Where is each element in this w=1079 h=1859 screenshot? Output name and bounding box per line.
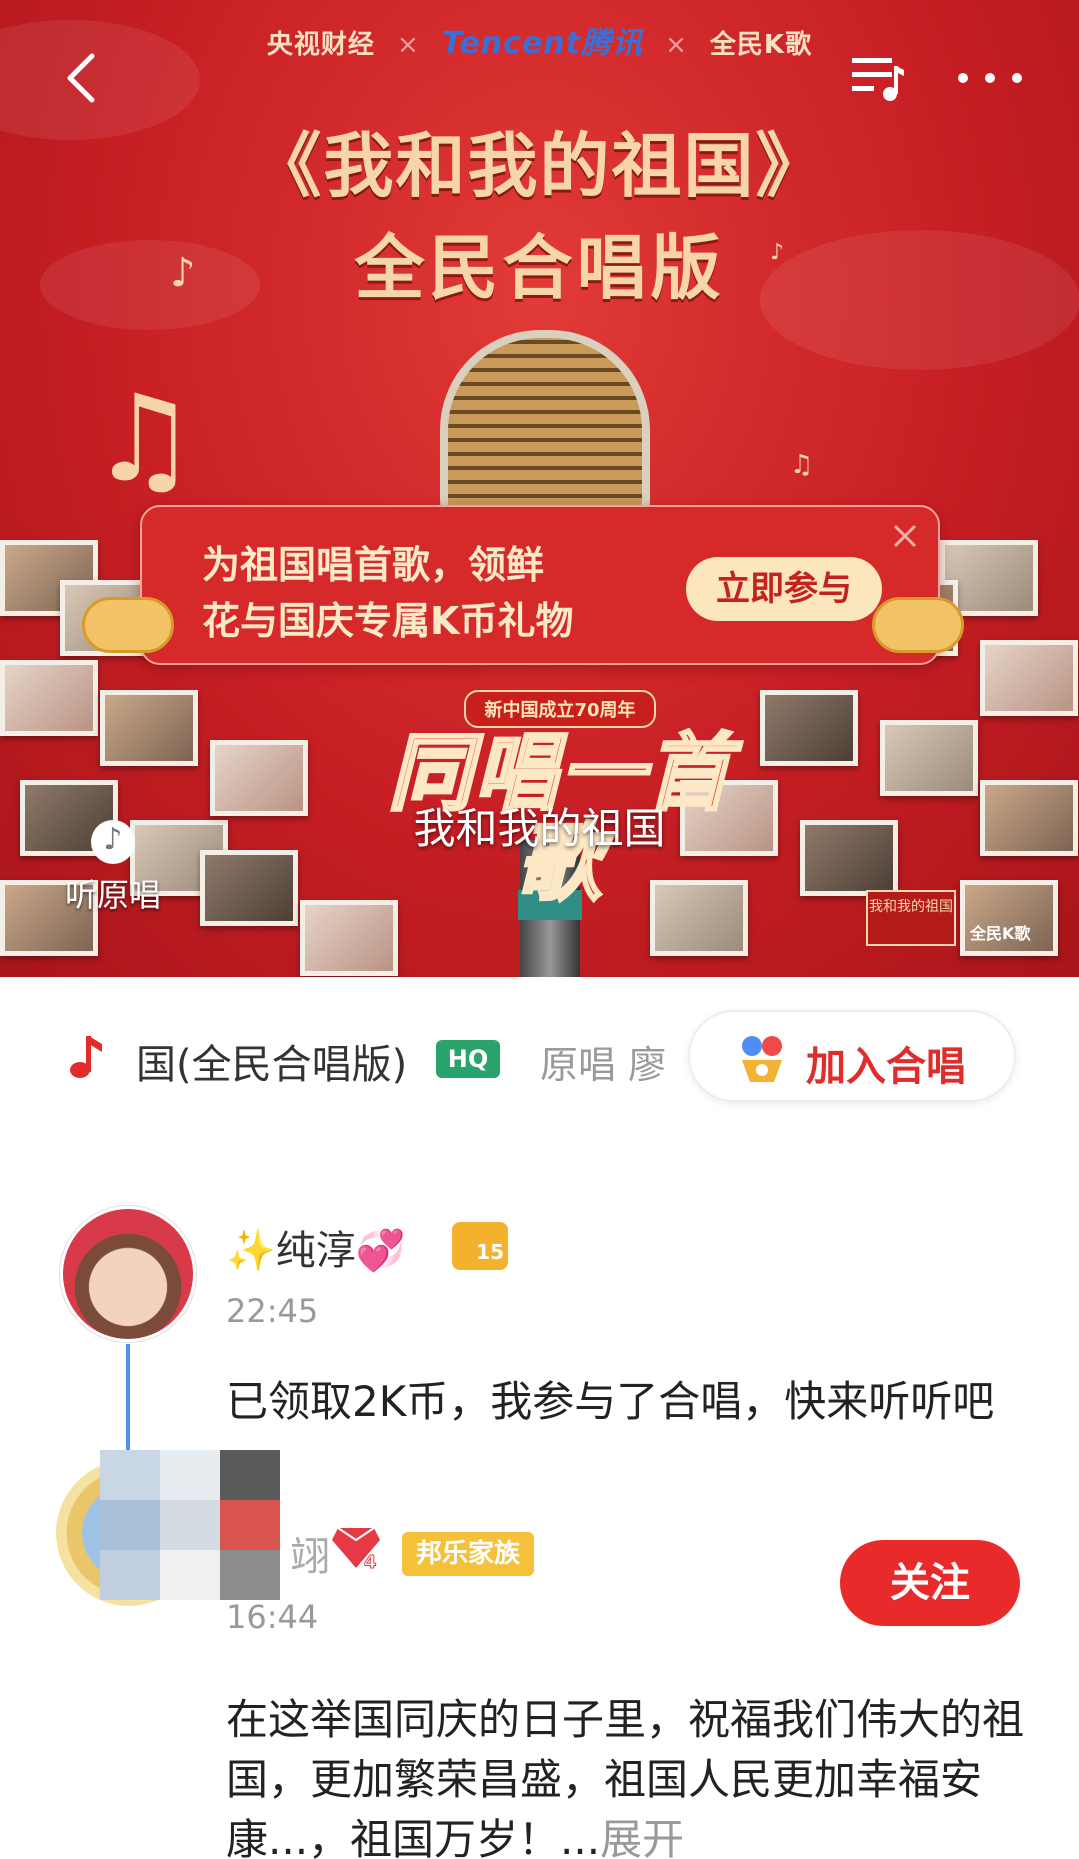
music-note-icon bbox=[70, 1036, 102, 1078]
post-time: 16:44 bbox=[226, 1598, 319, 1636]
promo-line-2: 花与国庆专属K币礼物 bbox=[202, 599, 574, 643]
emblem-tag: 新中国成立70周年 bbox=[464, 690, 656, 728]
more-options-button[interactable] bbox=[958, 58, 1022, 98]
dot-icon bbox=[1012, 73, 1022, 83]
hero-banner[interactable]: ♫ ♪ ♪ ♫ 央视财经 × Tencent腾讯 × 全民K歌 《我和我的祖国》… bbox=[0, 0, 1079, 977]
cloud-decoration-icon bbox=[872, 597, 964, 653]
hq-badge: HQ bbox=[436, 1040, 500, 1078]
original-singer: 原唱 廖 bbox=[540, 1043, 667, 1087]
microphone-illustration bbox=[440, 330, 650, 530]
cloud-decoration-icon bbox=[82, 597, 174, 653]
username[interactable]: ✨纯淳💞 bbox=[226, 1218, 406, 1276]
follow-button[interactable]: 关注 bbox=[840, 1540, 1020, 1626]
username[interactable]: 翊 bbox=[290, 1524, 330, 1582]
join-chorus-label: 加入合唱 bbox=[806, 1044, 966, 1090]
banner-subtitle: 全民合唱版 bbox=[354, 227, 725, 309]
promo-text: 为祖国唱首歌，领鲜 花与国庆专属K币礼物 bbox=[202, 537, 622, 649]
dot-icon bbox=[985, 73, 995, 83]
join-chorus-button[interactable]: 加入合唱 bbox=[688, 1010, 1016, 1102]
song-name[interactable]: 国(全民合唱版) bbox=[136, 1032, 407, 1090]
listen-original-label: 听原唱 bbox=[64, 876, 161, 914]
gem-level: 4 bbox=[364, 1552, 377, 1572]
playlist-icon[interactable] bbox=[850, 52, 906, 104]
listen-original-button[interactable]: 听原唱 bbox=[58, 820, 168, 920]
comment-text: 在这举国同庆的日子里，祝福我们伟大的祖国，更加繁荣昌盛，祖国人民更加幸福安康..… bbox=[226, 1690, 1026, 1859]
app-watermark: 全民K歌 bbox=[970, 924, 1031, 943]
promo-popup[interactable]: 为祖国唱首歌，领鲜 花与国庆专属K币礼物 立即参与 bbox=[82, 505, 964, 665]
separator: × bbox=[397, 30, 420, 60]
close-icon[interactable] bbox=[890, 521, 920, 551]
post-time: 22:45 bbox=[226, 1292, 319, 1330]
cctv-finance-logo: 央视财经 bbox=[266, 30, 375, 60]
tencent-logo: Tencent腾讯 bbox=[441, 26, 643, 61]
participate-button[interactable]: 立即参与 bbox=[686, 557, 882, 621]
diamond-level-icon: 4 bbox=[332, 1527, 380, 1572]
mini-song-logo: 我和我的祖国 bbox=[866, 890, 956, 946]
music-icon bbox=[91, 820, 135, 864]
trophy-level-badge: 15 bbox=[452, 1222, 508, 1270]
back-button[interactable] bbox=[58, 50, 106, 106]
partner-logos: 央视财经 × Tencent腾讯 × 全民K歌 bbox=[0, 18, 1079, 62]
chorus-icon bbox=[742, 1036, 782, 1082]
dot-icon bbox=[958, 73, 968, 83]
quanmin-kge-logo: 全民K歌 bbox=[709, 30, 813, 60]
separator: × bbox=[665, 30, 688, 60]
promo-line-1: 为祖国唱首歌，领鲜 bbox=[202, 543, 545, 587]
privacy-mosaic bbox=[100, 1450, 280, 1600]
avatar[interactable] bbox=[60, 1206, 196, 1342]
song-info-bar: 国(全民合唱版) HQ 原唱 廖 加入合唱 bbox=[0, 1010, 1079, 1110]
username-text: ✨纯淳💞 bbox=[226, 1228, 406, 1274]
music-note-icon: ♫ bbox=[790, 450, 814, 480]
chevron-left-icon bbox=[67, 53, 95, 103]
music-note-icon: ♫ bbox=[90, 370, 198, 509]
comment-text: 已领取2K币，我参与了合唱，快来听听吧~ bbox=[226, 1377, 995, 1486]
expand-link[interactable]: 展开 bbox=[600, 1815, 684, 1859]
family-tag[interactable]: 邦乐家族 bbox=[402, 1532, 535, 1576]
banner-title: 《我和我的祖国》 bbox=[251, 125, 828, 207]
